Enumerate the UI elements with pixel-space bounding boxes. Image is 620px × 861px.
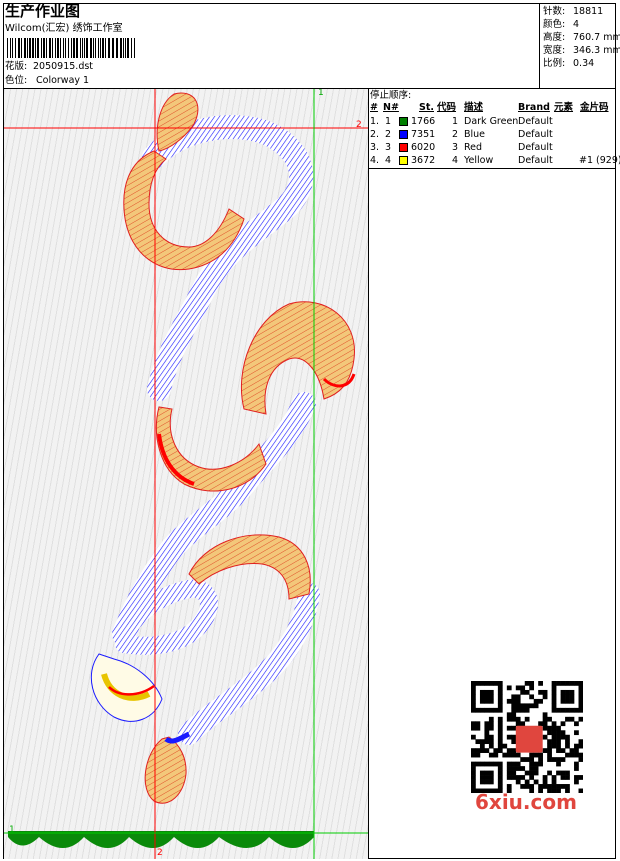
row-brand: Default [518,155,553,166]
scale-label: 比例: [543,58,566,69]
row-code: 6020 [411,142,436,153]
guide-label-v2: 2 [157,848,163,858]
stitch-count-label: 针数: [543,6,566,17]
stats-divider [539,4,540,88]
row-sequin: #1 (929) [579,155,620,166]
row-number: 2. [370,129,380,140]
colorway-label: 色位: [5,75,28,86]
row-number: 4. [370,155,380,166]
middle-loop-lower [156,406,267,492]
table-divider [368,168,616,169]
guide-label-v1: 1 [318,89,324,98]
stop-sequence-title: 停止顺序: [370,90,412,101]
row-brand: Default [518,116,553,127]
barcode-image [7,38,135,58]
row-number: 1. [370,116,380,127]
color-swatch [399,143,408,152]
stitch-count-value: 18811 [573,6,604,17]
row-number: 3. [370,142,380,153]
sheet-subtitle: Wilcom(汇宏) 绣饰工作室 [5,23,123,34]
row-needle: 2 [385,129,392,140]
row-code: 7351 [411,129,436,140]
sheet-title: 生产作业图 [5,2,81,20]
row-desc: Yellow [464,155,494,166]
row-code: 3672 [411,155,436,166]
design-file-name: 2050915.dst [33,61,94,72]
height-label: 高度: [543,32,566,43]
width-value: 346.3 mm [573,45,620,56]
watermark-text: 6xiu.com [475,790,577,814]
row-desc: Blue [464,129,486,140]
row-desc: Dark Green [464,116,519,127]
row-brand: Default [518,129,553,140]
colorway-name: Colorway 1 [36,75,90,86]
embroidery-artwork [4,89,368,859]
design-preview: 1 2 2 1 [4,89,368,859]
green-scallop-border [8,831,314,848]
col-header-element: 元素 [554,102,574,113]
guide-label-h1: 1 [9,825,15,835]
row-code: 1766 [411,116,436,127]
color-swatch [399,130,408,139]
height-value: 760.7 mm [573,32,620,43]
color-swatch [399,117,408,126]
qr-code-image [471,681,583,793]
col-header-index: # [370,102,378,113]
row-st: 2 [452,129,459,140]
row-needle: 3 [385,142,392,153]
color-count-label: 颜色: [543,19,566,30]
col-header-desc: 描述 [464,102,484,113]
bottom-teardrop [144,736,187,804]
plot-divider [368,88,369,859]
col-header-code: 代码 [437,102,457,113]
width-label: 宽度: [543,45,566,56]
col-header-n: N# [383,102,399,113]
guide-label-h2: 2 [356,120,362,130]
row-st: 3 [452,142,459,153]
col-header-sequin: 金片码 [580,102,609,113]
scale-value: 0.34 [573,58,595,69]
row-brand: Default [518,142,553,153]
color-count-value: 4 [573,19,580,30]
col-header-st: St. [419,102,434,113]
row-needle: 4 [385,155,392,166]
row-st: 1 [452,116,459,127]
col-header-brand: Brand [518,102,550,113]
design-label: 花版: [5,61,28,72]
row-desc: Red [464,142,483,153]
row-st: 4 [452,155,459,166]
color-swatch [399,156,408,165]
row-needle: 1 [385,116,392,127]
